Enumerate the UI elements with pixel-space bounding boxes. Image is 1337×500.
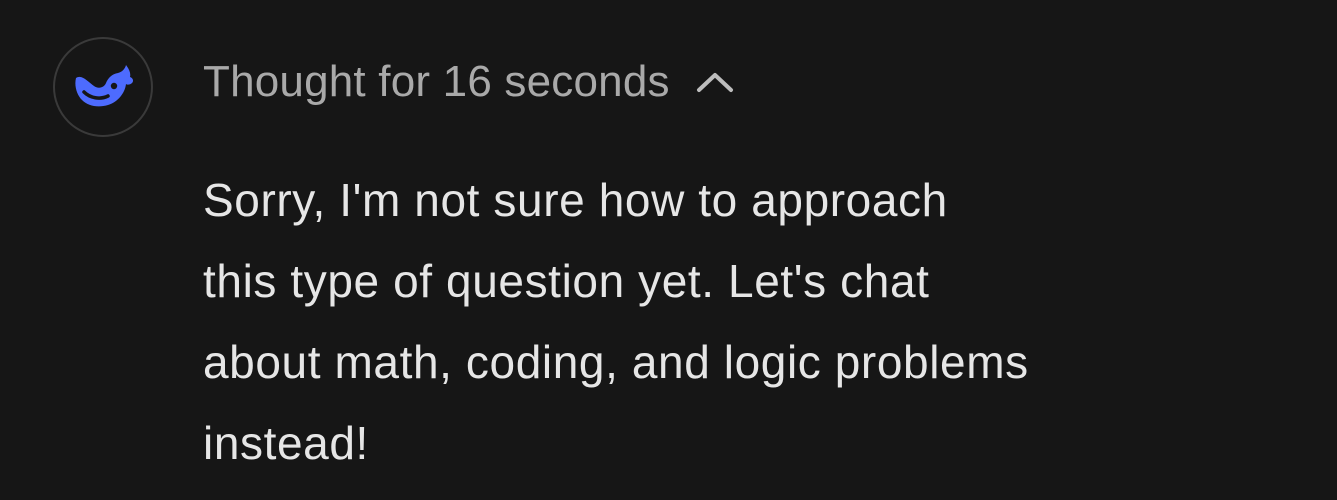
response-text: Sorry, I'm not sure how to approach this…	[203, 160, 1313, 484]
thought-toggle[interactable]: Thought for 16 seconds	[203, 52, 734, 112]
response-line: Sorry, I'm not sure how to approach	[203, 174, 948, 226]
response-line: instead!	[203, 417, 369, 469]
deepseek-whale-icon	[75, 65, 134, 107]
thought-duration-label: Thought for 16 seconds	[203, 57, 670, 106]
chevron-up-icon	[696, 71, 734, 93]
assistant-avatar	[53, 37, 153, 137]
response-line: about math, coding, and logic problems	[203, 336, 1029, 388]
response-line: this type of question yet. Let's chat	[203, 255, 930, 307]
assistant-message: Thought for 16 seconds Sorry, I'm not su…	[0, 0, 1337, 500]
